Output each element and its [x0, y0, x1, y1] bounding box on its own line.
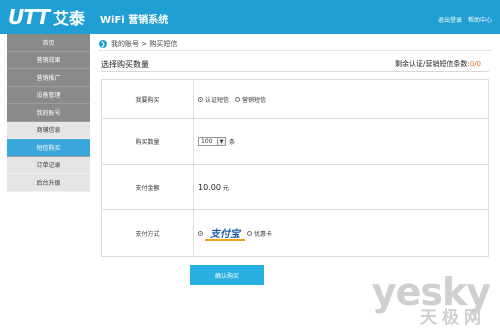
- payment-label: 支付方式: [102, 210, 194, 256]
- buy-type-options: 认证短信 营销短信: [198, 80, 272, 118]
- section-title: 选择购买数量: [101, 60, 149, 69]
- sidebar-item-my-account[interactable]: 我的账号: [7, 104, 90, 122]
- help-link[interactable]: 帮助中心: [468, 15, 492, 24]
- watermark: yesky 天极网: [372, 270, 491, 328]
- amount-value-wrap: 10.00 元: [198, 183, 229, 192]
- sidebar-item-shop-info[interactable]: 商铺信息: [7, 121, 90, 139]
- sidebar-item-marketing-promotion[interactable]: 营销推广: [7, 69, 90, 87]
- marketing-sms-label: 营销短信: [242, 96, 267, 104]
- alipay-radio[interactable]: [198, 230, 203, 236]
- logo: UTT 艾泰: [8, 5, 85, 29]
- sidebar-item-order-records[interactable]: 订单记录: [7, 156, 90, 174]
- sidebar-item-backend-upgrade[interactable]: 后台升级: [7, 174, 90, 192]
- breadcrumb-text: 我的账号 > 购买短信: [111, 40, 178, 48]
- sms-quota: 剩余认证/营销短信条数:0/0: [395, 59, 481, 69]
- logo-cn: 艾泰: [52, 9, 85, 28]
- quota-value: 0/0: [469, 60, 481, 68]
- amount-unit: 元: [222, 184, 229, 192]
- buy-type-label: 我要购买: [102, 80, 194, 118]
- logout-link[interactable]: 退出登录: [438, 15, 462, 24]
- breadcrumb: ❯ 我的账号 > 购买短信: [99, 38, 491, 51]
- amount-label: 支付金额: [102, 165, 194, 209]
- auth-sms-radio[interactable]: [198, 96, 203, 102]
- auth-sms-label: 认证短信: [205, 96, 230, 104]
- amount-value: 10.00: [198, 182, 221, 192]
- row-buy-type: 我要购买 认证短信 营销短信: [102, 80, 488, 119]
- quantity-label: 购买数量: [102, 119, 194, 164]
- alipay-logo[interactable]: 支付宝: [205, 226, 245, 241]
- option-marketing-sms[interactable]: 营销短信: [235, 95, 266, 104]
- section-header: 选择购买数量 剩余认证/营销短信条数:0/0: [101, 58, 489, 72]
- row-amount: 支付金额 10.00 元: [102, 165, 488, 210]
- amount-display: 10.00 元: [198, 165, 229, 209]
- option-auth-sms[interactable]: 认证短信: [198, 95, 229, 104]
- confirm-purchase-button[interactable]: 确认购买: [190, 265, 264, 285]
- sidebar-item-sms-purchase[interactable]: 短信购买: [7, 139, 90, 157]
- sidebar-item-device-management[interactable]: 设备管理: [7, 86, 90, 104]
- app-title: WiFi 营销系统: [100, 15, 169, 26]
- quantity-unit: 条: [229, 139, 236, 146]
- top-links: 退出登录 帮助中心: [438, 15, 492, 24]
- payment-options: 支付宝 优惠卡: [198, 210, 272, 256]
- purchase-form: 我要购买 认证短信 营销短信 购买数量 100 ▼ 条 支付金额 10.00 元 …: [101, 79, 489, 257]
- row-quantity: 购买数量 100 ▼ 条: [102, 119, 488, 165]
- top-bar: UTT 艾泰 WiFi 营销系统 退出登录 帮助中心: [0, 0, 500, 34]
- coupon-card-label: 优惠卡: [254, 230, 273, 238]
- marketing-sms-radio[interactable]: [235, 96, 241, 102]
- watermark-cn: 天极网: [420, 308, 486, 328]
- quantity-control: 100 ▼ 条: [198, 119, 235, 164]
- quota-label: 剩余认证/营销短信条数:: [395, 60, 470, 68]
- sidebar-item-home[interactable]: 首页: [7, 34, 90, 52]
- logo-mark: UTT: [8, 5, 50, 29]
- sidebar: 首页 营销效果 营销推广 设备管理 我的账号 商铺信息 短信购买 订单记录 后台…: [7, 34, 90, 192]
- coupon-card-radio[interactable]: [247, 230, 252, 236]
- sidebar-item-marketing-effect[interactable]: 营销效果: [7, 51, 90, 69]
- row-payment: 支付方式 支付宝 优惠卡: [102, 210, 488, 256]
- breadcrumb-arrow-icon: ❯: [99, 40, 107, 48]
- chevron-down-icon[interactable]: ▼: [218, 137, 226, 146]
- quantity-select[interactable]: 100: [198, 137, 218, 146]
